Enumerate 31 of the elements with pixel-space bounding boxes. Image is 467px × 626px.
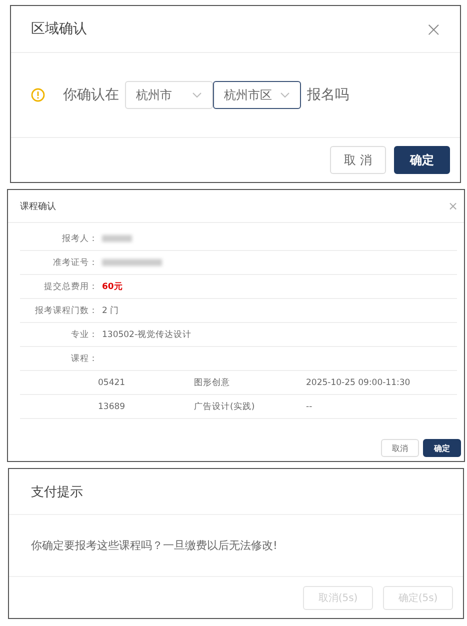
city-select[interactable]: 杭州市区 — [213, 81, 301, 109]
prompt-text: 报名吗 — [307, 86, 349, 104]
field-label: 报考人： — [61, 232, 98, 244]
course-code: 05421 — [98, 378, 126, 388]
chevron-down-icon — [280, 92, 290, 98]
course-name: 广告设计(实践) — [194, 400, 256, 412]
chevron-down-icon — [192, 92, 202, 98]
prompt-text: 你确认在 — [63, 86, 119, 104]
dialog-title: 区域确认 — [31, 20, 87, 38]
dialog-button[interactable]: 确定 — [423, 439, 461, 457]
field-value: 2 门 — [102, 304, 120, 316]
city-select[interactable]: 杭州市 — [125, 81, 213, 109]
field-label: 课程： — [70, 352, 98, 364]
dialog-button[interactable]: 取 消 — [330, 146, 386, 174]
message-text: 你确定要报考这些课程吗？一旦缴费以后无法修改! — [31, 538, 278, 553]
field-value: 60元 — [102, 280, 123, 292]
course-code: 13689 — [98, 402, 126, 412]
field-value: 130502-视觉传达设计 — [102, 328, 192, 340]
dialog-button[interactable]: 取消 — [381, 439, 419, 457]
field-label: 专业： — [70, 328, 98, 340]
exam-time: 2025-10-25 09:00-11:30 — [306, 378, 410, 388]
dialog-button[interactable]: 确定 — [394, 146, 450, 174]
field-label: 报考课程门数： — [34, 304, 98, 316]
dialog-title: 支付提示 — [31, 484, 83, 500]
dialog-title: 课程确认 — [20, 200, 56, 212]
close-icon[interactable]: × — [425, 17, 442, 41]
exam-time: -- — [306, 402, 312, 412]
field-label: 准考证号： — [52, 256, 98, 268]
field-label: 提交总费用： — [43, 280, 98, 292]
warning-icon — [31, 88, 45, 102]
course-name: 图形创意 — [194, 376, 231, 388]
